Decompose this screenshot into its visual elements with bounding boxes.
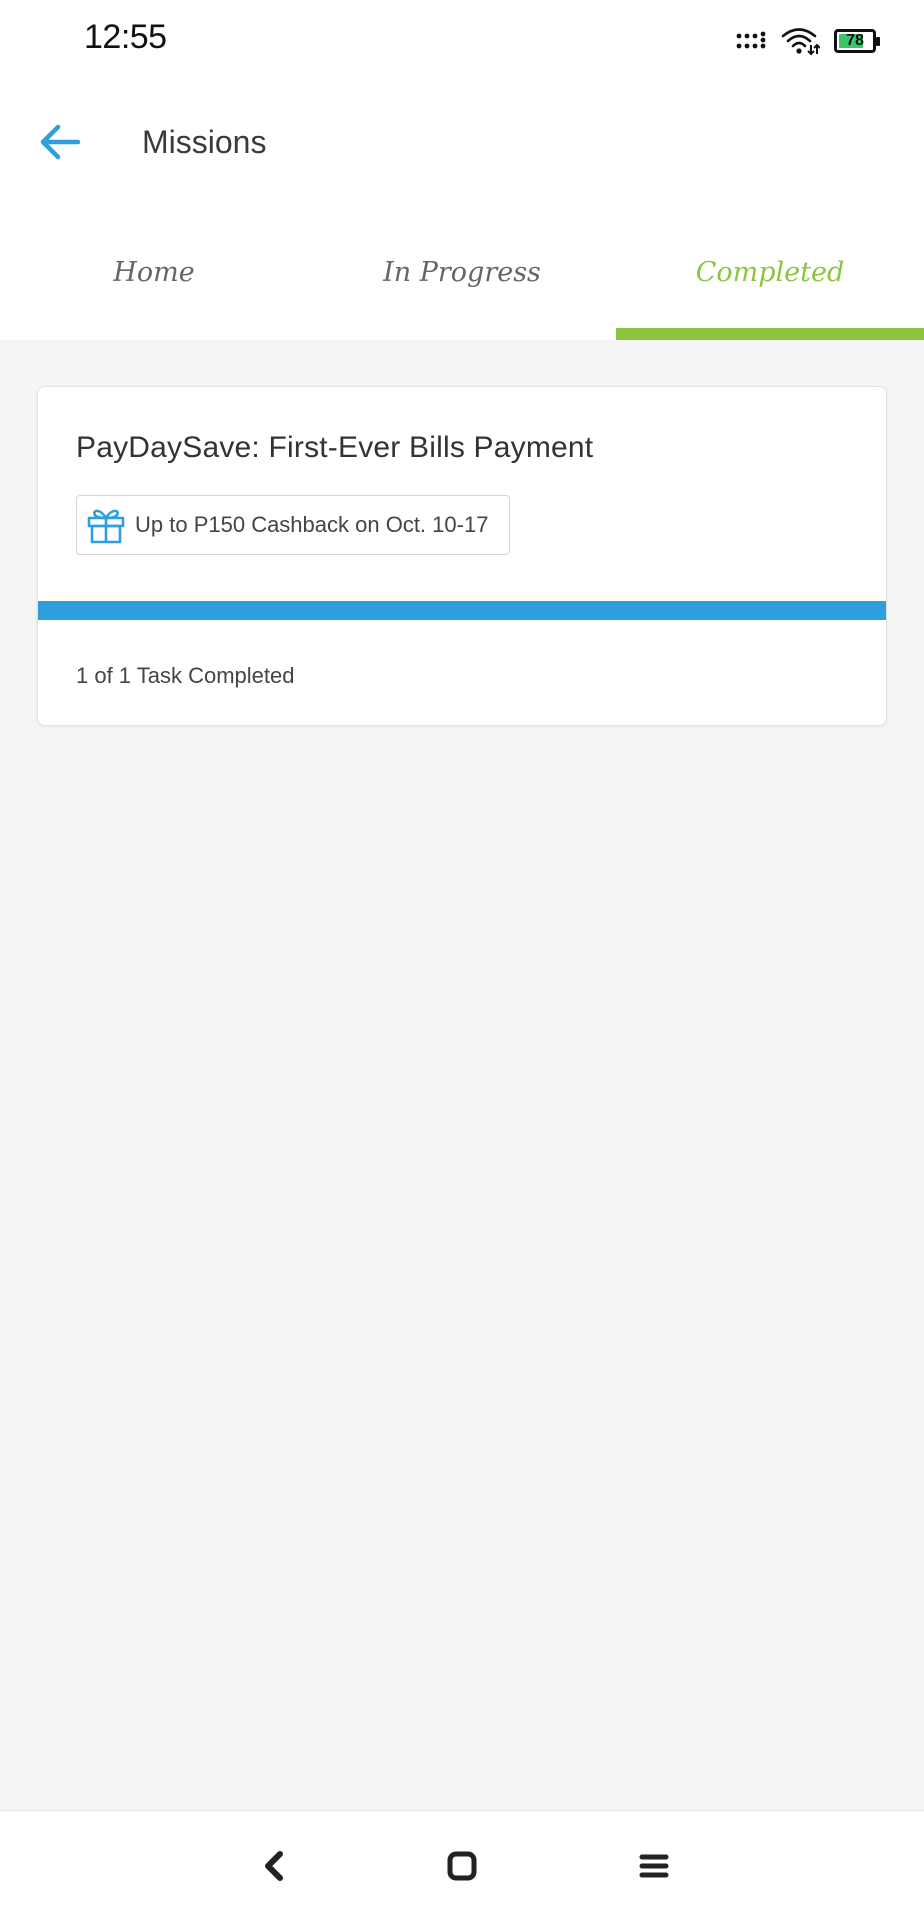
- screen: 12:55 78 Missions Home In Progress Compl…: [0, 0, 924, 1920]
- mission-title: PayDaySave: First-Ever Bills Payment: [76, 431, 594, 464]
- nav-menu-button[interactable]: [624, 1841, 684, 1891]
- system-nav-bar: [0, 1810, 924, 1920]
- menu-nav-icon: [639, 1854, 669, 1878]
- back-nav-icon: [265, 1851, 283, 1881]
- status-bar: 12:55 78: [0, 0, 924, 80]
- status-time: 12:55: [84, 18, 167, 56]
- back-button[interactable]: [36, 118, 96, 166]
- app-bar: Missions: [0, 80, 924, 205]
- task-status: 1 of 1 Task Completed: [76, 663, 295, 688]
- reward-text: Up to P150 Cashback on Oct. 10-17: [135, 512, 489, 537]
- reward-badge: Up to P150 Cashback on Oct. 10-17: [76, 495, 510, 555]
- status-icons: 78: [736, 24, 880, 58]
- tab-bar: Home In Progress Completed: [0, 205, 924, 340]
- active-tab-indicator: [616, 328, 924, 340]
- arrow-left-icon: [40, 124, 81, 160]
- gift-icon: [87, 509, 125, 544]
- battery-level: 78: [846, 32, 864, 49]
- nav-back-button[interactable]: [244, 1841, 304, 1891]
- page-title: Missions: [142, 124, 267, 160]
- tab-completed[interactable]: Completed: [616, 205, 924, 340]
- nav-home-button[interactable]: [432, 1841, 492, 1891]
- tab-home[interactable]: Home: [0, 205, 308, 340]
- home-nav-icon: [447, 1851, 477, 1881]
- battery-icon: 78: [834, 29, 880, 53]
- mission-progress-fill: [38, 601, 886, 620]
- signal-dots-icon: [736, 31, 766, 49]
- wifi-icon: [781, 28, 820, 56]
- mission-progress-bar: [38, 601, 886, 620]
- tab-in-progress[interactable]: In Progress: [308, 205, 616, 340]
- mission-card[interactable]: PayDaySave: First-Ever Bills Payment Up …: [37, 386, 887, 726]
